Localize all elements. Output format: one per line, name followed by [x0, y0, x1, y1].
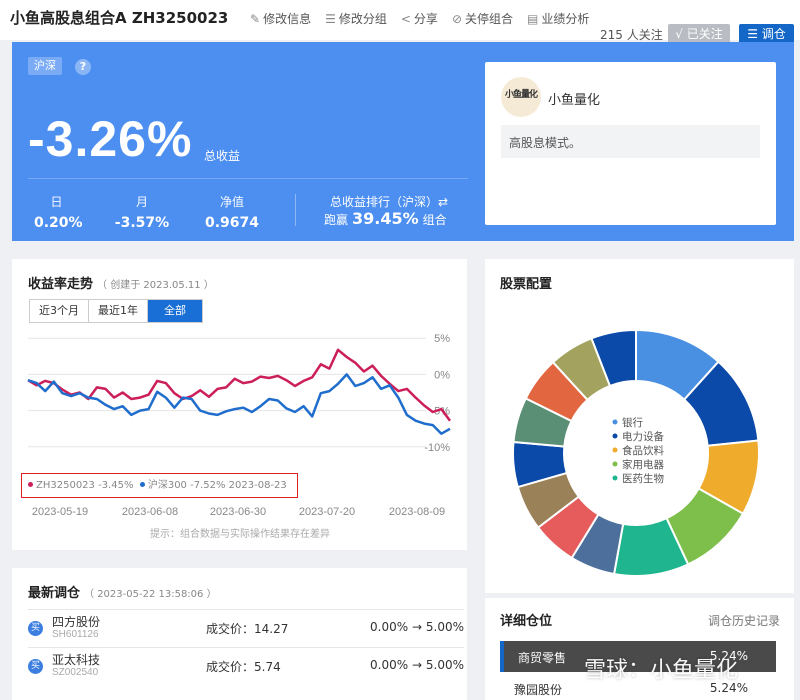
legend-dot	[612, 475, 618, 481]
legend-label: 家用电器	[622, 458, 664, 471]
legend-dot	[612, 419, 618, 425]
allocation-donut: 银行电力设备食品饮料家用电器医药生物	[512, 328, 760, 577]
legend-dot	[612, 461, 618, 467]
legend-label: 银行	[622, 416, 643, 429]
watermark: 雪球：小鱼量化	[584, 658, 739, 683]
legend-dot	[612, 447, 618, 453]
holdings-title: 详细仓位	[500, 614, 553, 629]
adjust-history-link[interactable]: 调仓历史记录	[708, 612, 780, 629]
legend-label: 电力设备	[622, 430, 664, 443]
legend-label: 食品饮料	[622, 444, 664, 457]
legend-label: 医药生物	[622, 472, 664, 485]
legend-dot	[612, 433, 618, 439]
